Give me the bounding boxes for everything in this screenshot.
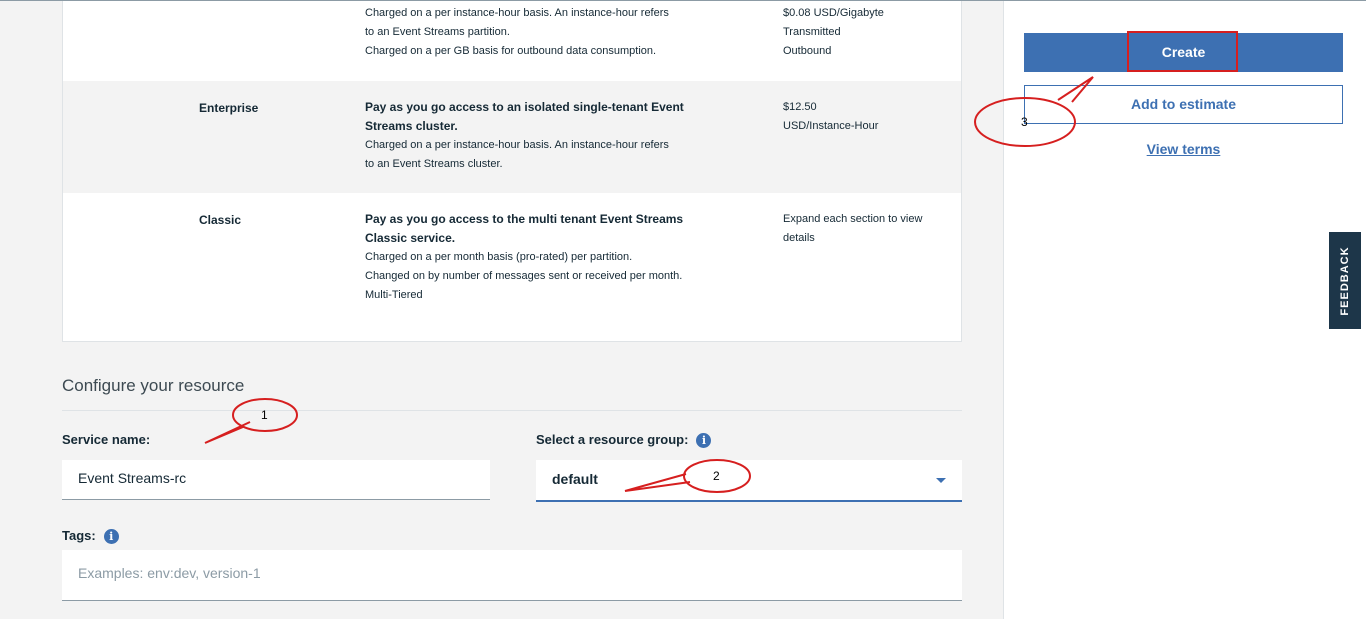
tags-input[interactable]: Examples: env:dev, version-1	[62, 550, 962, 601]
feedback-label: FEEDBACK	[1339, 245, 1351, 316]
plan-row-enterprise[interactable]: Enterprise Pay as you go access to an is…	[63, 81, 961, 193]
plan-detail-line: to an Event Streams cluster.	[365, 158, 503, 170]
feedback-tab[interactable]: FEEDBACK	[1329, 232, 1361, 329]
plan-price-line: USD/Instance-Hour	[783, 120, 879, 132]
plan-price-line: $12.50	[783, 101, 817, 113]
pricing-plans-table: Charged on a per instance-hour basis. An…	[62, 0, 962, 342]
plan-detail-line: Charged on a per GB basis for outbound d…	[365, 45, 657, 57]
plan-price: $12.50 USD/Instance-Hour	[783, 98, 953, 136]
plan-price-line: Transmitted	[783, 26, 841, 38]
add-to-estimate-button[interactable]: Add to estimate	[1024, 85, 1343, 124]
resource-group-select[interactable]: default	[536, 460, 962, 502]
plan-lead: Pay as you go access to an isolated sing…	[365, 100, 684, 133]
main-content: Charged on a per instance-hour basis. An…	[0, 0, 1003, 619]
resource-group-value: default	[552, 471, 598, 487]
info-icon[interactable]: i	[696, 433, 712, 449]
plan-description: Charged on a per instance-hour basis. An…	[365, 4, 725, 61]
plan-detail-line: Multi-Tiered	[365, 289, 423, 301]
view-terms-link[interactable]: View terms	[1024, 141, 1343, 157]
resource-group-label-text: Select a resource group:	[536, 432, 689, 447]
service-name-label-text: Service name:	[62, 432, 151, 447]
plan-row: Charged on a per instance-hour basis. An…	[63, 0, 961, 81]
section-divider	[62, 410, 962, 411]
tags-label: Tags: i	[62, 528, 119, 545]
annotation-label-1: 1	[261, 408, 268, 422]
plan-description: Pay as you go access to an isolated sing…	[365, 98, 725, 174]
service-name-input[interactable]: Event Streams-rc	[62, 460, 490, 500]
service-name-value: Event Streams-rc	[78, 470, 187, 486]
plan-detail-line: Charged on a per month basis (pro-rated)…	[365, 251, 633, 263]
top-border	[0, 0, 1366, 1]
plan-name: Classic	[199, 213, 242, 227]
plan-lead: Pay as you go access to the multi tenant…	[365, 212, 684, 245]
annotation-label-3: 3	[1021, 115, 1028, 129]
plan-row-classic[interactable]: Classic Pay as you go access to the mult…	[63, 193, 961, 341]
plan-detail-line: Changed on by number of messages sent or…	[365, 270, 683, 282]
create-highlight-box	[1127, 31, 1238, 72]
tags-placeholder: Examples: env:dev, version-1	[78, 565, 261, 581]
tags-label-text: Tags:	[62, 528, 96, 543]
plan-detail-line: to an Event Streams partition.	[365, 26, 510, 38]
service-name-label: Service name:	[62, 432, 150, 447]
plan-price: Expand each section to view details	[783, 210, 953, 248]
plan-price: $0.08 USD/Gigabyte Transmitted Outbound	[783, 4, 953, 61]
plan-description: Pay as you go access to the multi tenant…	[365, 210, 725, 305]
plan-price-line: Expand each section to view details	[783, 213, 923, 244]
plan-detail-line: Charged on a per instance-hour basis. An…	[365, 7, 669, 19]
info-icon[interactable]: i	[103, 529, 119, 545]
plan-name: Enterprise	[199, 101, 259, 115]
plan-price-line: Outbound	[783, 45, 832, 57]
resource-group-label: Select a resource group: i	[536, 432, 712, 449]
configure-section-title: Configure your resource	[62, 376, 245, 395]
chevron-down-icon	[936, 478, 946, 483]
plan-price-line: $0.08 USD/Gigabyte	[783, 7, 884, 19]
plan-detail-line: Charged on a per instance-hour basis. An…	[365, 139, 669, 151]
annotation-label-2: 2	[713, 469, 720, 483]
